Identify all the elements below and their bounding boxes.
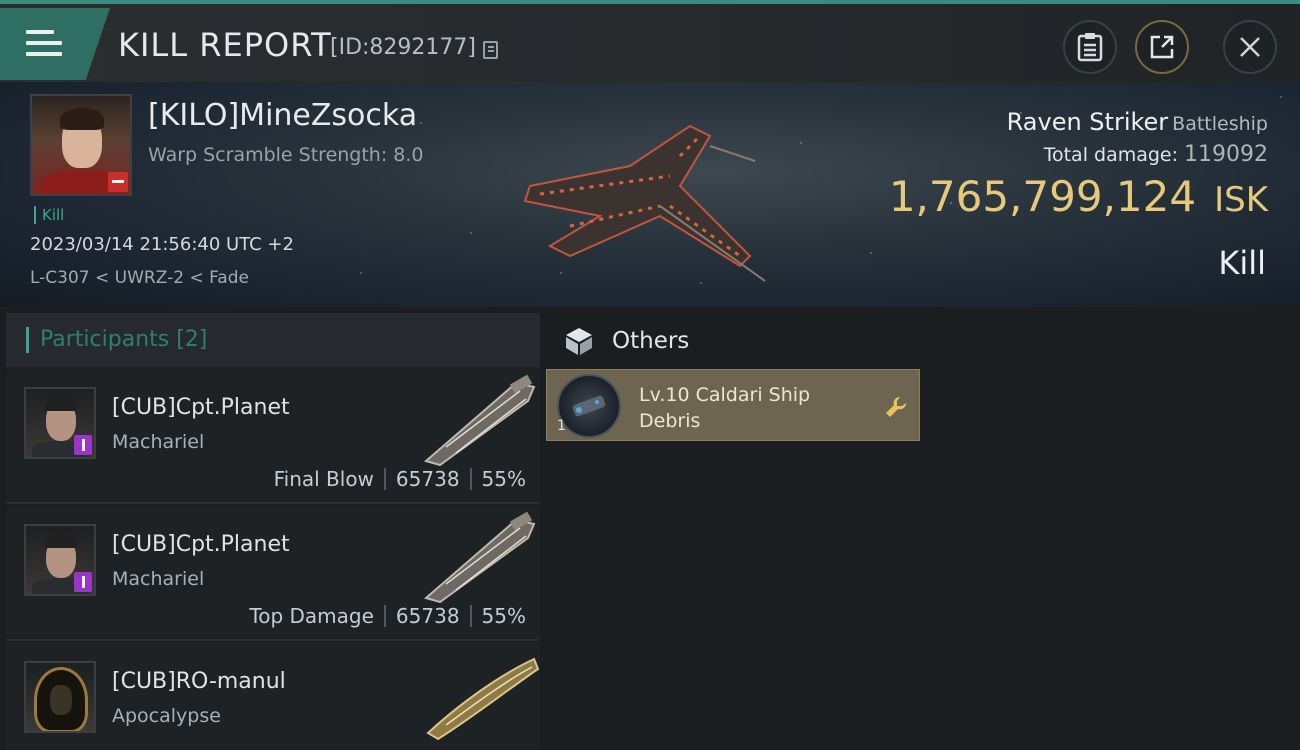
warp-scramble-strength: Warp Scramble Strength: 8.0 [148, 144, 424, 166]
top-bar: KILL REPORT [ID:8292177] [0, 0, 1300, 82]
clipboard-button[interactable] [1063, 20, 1117, 74]
menu-button[interactable] [0, 8, 110, 80]
participants-header: Participants [2] [6, 313, 540, 367]
participant-ship: Apocalypse [112, 705, 221, 727]
participant-name: [CUB]RO-manul [112, 669, 286, 694]
participant-stats: Top Damage 65738 55% [249, 604, 526, 628]
kill-tag: Kill [34, 206, 64, 224]
total-damage: Total damage: 119092 [1044, 142, 1268, 167]
kill-datetime: 2023/03/14 21:56:40 UTC +2 [30, 234, 294, 255]
victim-ship[interactable]: Raven Striker Battleship [1007, 108, 1268, 136]
victim-ship-class: Battleship [1172, 113, 1268, 135]
close-icon [1240, 37, 1260, 57]
participant-portrait[interactable] [24, 661, 96, 733]
victim-portrait[interactable] [30, 94, 132, 196]
clipboard-icon [1077, 33, 1103, 62]
participant-row[interactable]: [CUB]Cpt.Planet Machariel Final Blow 6573… [6, 369, 540, 504]
participant-stats: Final Blow 65738 55% [274, 467, 526, 491]
item-quantity: 1 [557, 418, 566, 434]
participant-ship-image [423, 374, 536, 467]
item-thumbnail [557, 374, 621, 438]
victim-summary: [KILO]MineZsocka Warp Scramble Strength:… [0, 82, 1300, 307]
participant-portrait[interactable] [24, 524, 96, 596]
participant-damage: 65738 [395, 604, 460, 628]
kill-location: L-C307 < UWRZ-2 < Fade [30, 268, 249, 288]
participant-role: Final Blow [273, 467, 374, 491]
cube-icon [566, 328, 592, 355]
participant-row[interactable]: [CUB]Cpt.Planet Machariel Top Damage 6573… [6, 506, 540, 641]
total-damage-label: Total damage: [1043, 144, 1179, 166]
participant-damage-percent: 55% [481, 467, 526, 491]
participant-portrait[interactable] [24, 387, 96, 459]
isk-value: 1,765,799,124 ISK [889, 172, 1268, 221]
participant-role: Top Damage [249, 604, 374, 628]
participant-row[interactable]: [CUB]RO-manul Apocalypse [6, 643, 540, 750]
participant-damage-percent: 55% [481, 604, 526, 628]
info-badge-icon [74, 435, 92, 455]
participant-ship: Machariel [112, 431, 205, 453]
close-button[interactable] [1223, 20, 1277, 74]
participants-panel[interactable]: Participants [2] [CUB]Cpt.Planet Machari… [6, 313, 540, 750]
hostile-badge-icon [108, 172, 128, 192]
participant-ship-image [426, 657, 540, 741]
others-title: Others [612, 328, 690, 354]
participant-name: [CUB]Cpt.Planet [112, 395, 290, 420]
item-name: Lv.10 Caldari Ship Debris [639, 384, 811, 432]
page-title: KILL REPORT [118, 26, 332, 64]
copy-icon[interactable] [483, 41, 498, 59]
isk-unit: ISK [1214, 180, 1268, 220]
participants-title: Participants [2] [40, 327, 208, 352]
isk-amount: 1,765,799,124 [888, 172, 1197, 221]
destroyed-ship-image [523, 124, 766, 282]
participant-name: [CUB]Cpt.Planet [112, 532, 290, 557]
debris-icon [572, 395, 606, 417]
victim-ship-name: Raven Striker [1006, 108, 1169, 136]
victim-name[interactable]: [KILO]MineZsocka [148, 98, 417, 133]
participant-damage: 65738 [395, 467, 460, 491]
participant-ship-image [423, 511, 536, 604]
total-damage-value: 119092 [1184, 142, 1268, 167]
report-id: [ID:8292177] [330, 35, 476, 60]
wrench-icon[interactable] [883, 394, 909, 420]
share-button[interactable] [1135, 20, 1189, 74]
share-icon [1150, 35, 1174, 59]
dropped-item-card[interactable]: 1 Lv.10 Caldari Ship Debris [546, 369, 920, 441]
participant-ship: Machariel [112, 568, 205, 590]
info-badge-icon [74, 572, 92, 592]
kill-result-label: Kill [1218, 244, 1266, 282]
hamburger-menu-icon [26, 30, 62, 60]
